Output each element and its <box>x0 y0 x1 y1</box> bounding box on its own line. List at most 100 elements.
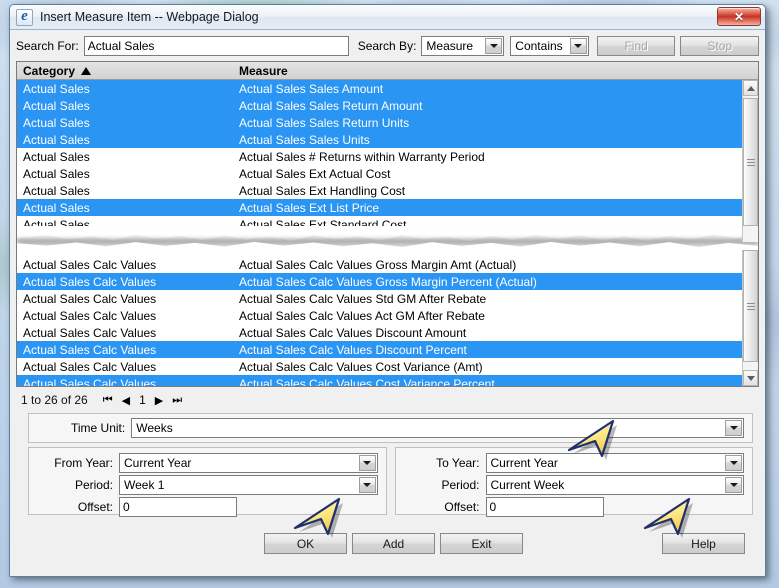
to-period-row: Period: Current Week <box>396 476 745 494</box>
table-row[interactable]: Actual Sales Calc ValuesActual Sales Cal… <box>17 375 758 386</box>
from-offset-input[interactable]: 0 <box>119 497 237 517</box>
table-row[interactable]: Actual SalesActual Sales # Returns withi… <box>17 148 758 165</box>
list-scrollbar-upper[interactable] <box>742 80 758 242</box>
search-for-label: Search For: <box>16 39 79 53</box>
stop-button[interactable]: Stop <box>680 36 759 56</box>
from-offset-label: Offset: <box>29 500 119 514</box>
next-page-icon[interactable]: ▶ <box>155 394 163 407</box>
row-category: Actual Sales <box>17 218 235 227</box>
row-category: Actual Sales Calc Values <box>17 326 235 340</box>
row-measure: Actual Sales Calc Values Discount Percen… <box>235 343 758 357</box>
table-row[interactable]: Actual SalesActual Sales Ext Standard Co… <box>17 216 758 226</box>
row-category: Actual Sales <box>17 201 235 215</box>
row-category: Actual Sales <box>17 150 235 164</box>
table-row[interactable]: Actual Sales Calc ValuesActual Sales Cal… <box>17 307 758 324</box>
from-year-label: From Year: <box>29 456 119 470</box>
search-by-select[interactable]: Measure <box>421 36 504 56</box>
column-header-category-label: Category <box>23 64 75 78</box>
row-category: Actual Sales <box>17 184 235 198</box>
dialog-client-area: Search For: Actual Sales Search By: Meas… <box>10 30 765 576</box>
table-row[interactable]: Actual Sales Calc ValuesActual Sales Cal… <box>17 341 758 358</box>
row-category: Actual Sales <box>17 167 235 181</box>
last-page-icon[interactable]: ⏭ <box>172 394 182 407</box>
table-row[interactable]: Actual Sales Calc ValuesActual Sales Cal… <box>17 273 758 290</box>
dialog-button-bar: OK Add Exit Help <box>16 515 759 572</box>
row-measure: Actual Sales Ext Actual Cost <box>235 167 758 181</box>
time-unit-panel: Time Unit: Weeks <box>28 413 753 443</box>
previous-page-icon[interactable]: ◀ <box>122 394 130 407</box>
row-measure: Actual Sales Calc Values Cost Variance P… <box>235 377 758 386</box>
table-row[interactable]: Actual SalesActual Sales Sales Return Am… <box>17 97 758 114</box>
table-row[interactable]: Actual SalesActual Sales Sales Return Un… <box>17 114 758 131</box>
time-unit-select[interactable]: Weeks <box>131 418 744 438</box>
to-year-select[interactable]: Current Year <box>486 453 745 473</box>
table-row[interactable]: Actual SalesActual Sales Sales Units <box>17 131 758 148</box>
table-row[interactable]: Actual Sales Calc ValuesActual Sales Cal… <box>17 358 758 375</box>
column-header-category[interactable]: Category <box>17 64 235 78</box>
row-measure: Actual Sales Calc Values Gross Margin Pe… <box>235 275 758 289</box>
row-category: Actual Sales Calc Values <box>17 343 235 357</box>
primary-button-group: OK Add Exit <box>264 533 523 554</box>
table-row[interactable]: Actual Sales Calc ValuesActual Sales Cal… <box>17 256 758 273</box>
scroll-track[interactable] <box>743 96 758 242</box>
scroll-up-button[interactable] <box>743 80 758 96</box>
row-category: Actual Sales <box>17 99 235 113</box>
to-period-select[interactable]: Current Week <box>486 475 745 495</box>
add-button[interactable]: Add <box>352 533 435 554</box>
time-unit-value: Weeks <box>136 421 172 435</box>
help-button[interactable]: Help <box>662 533 745 554</box>
row-measure: Actual Sales Ext Handling Cost <box>235 184 758 198</box>
row-category: Actual Sales <box>17 116 235 130</box>
row-category: Actual Sales Calc Values <box>17 377 235 386</box>
chevron-down-icon[interactable] <box>359 477 376 493</box>
grip-icon <box>747 157 755 168</box>
column-header-measure[interactable]: Measure <box>235 64 758 78</box>
record-counter: 1 to 26 of 26 <box>21 393 88 407</box>
row-measure: Actual Sales Calc Values Cost Variance (… <box>235 360 758 374</box>
pagination-controls: ⏮ ◀ 1 ▶ ⏭ <box>103 393 182 407</box>
table-row[interactable]: Actual SalesActual Sales Ext Actual Cost <box>17 165 758 182</box>
close-button[interactable]: ✕ <box>717 7 761 26</box>
row-measure: Actual Sales Ext Standard Cost <box>235 218 758 227</box>
scroll-thumb[interactable] <box>743 98 758 226</box>
chevron-down-icon[interactable] <box>725 477 742 493</box>
chevron-down-icon[interactable] <box>725 455 742 471</box>
table-row[interactable]: Actual Sales Calc ValuesActual Sales Cal… <box>17 290 758 307</box>
to-date-panel: To Year: Current Year Period: Current We… <box>395 447 754 515</box>
from-year-row: From Year: Current Year <box>29 454 378 472</box>
from-period-select[interactable]: Week 1 <box>119 475 378 495</box>
chevron-down-icon[interactable] <box>570 38 587 54</box>
table-row[interactable]: Actual Sales Calc ValuesActual Sales Cal… <box>17 324 758 341</box>
first-page-icon[interactable]: ⏮ <box>103 394 113 407</box>
table-row[interactable]: Actual SalesActual Sales Ext List Price <box>17 199 758 216</box>
match-mode-value: Contains <box>515 39 562 53</box>
dialog-title: Insert Measure Item -- Webpage Dialog <box>40 10 259 24</box>
scroll-down-button[interactable] <box>743 370 758 386</box>
page-number[interactable]: 1 <box>139 393 146 407</box>
search-by-value: Measure <box>426 39 473 53</box>
row-measure: Actual Sales Sales Return Units <box>235 116 758 130</box>
row-category: Actual Sales Calc Values <box>17 258 235 272</box>
scroll-thumb[interactable] <box>743 250 758 362</box>
table-row[interactable]: Actual SalesActual Sales Sales Amount <box>17 80 758 97</box>
from-year-select[interactable]: Current Year <box>119 453 378 473</box>
row-category: Actual Sales <box>17 133 235 147</box>
match-mode-select[interactable]: Contains <box>510 36 589 56</box>
chevron-down-icon[interactable] <box>485 38 502 54</box>
chevron-down-icon[interactable] <box>725 420 742 436</box>
from-offset-row: Offset: 0 <box>29 498 378 516</box>
chevron-down-icon[interactable] <box>359 455 376 471</box>
find-button[interactable]: Find <box>597 36 676 56</box>
exit-button[interactable]: Exit <box>440 533 523 554</box>
table-row[interactable]: Actual SalesActual Sales Ext Handling Co… <box>17 182 758 199</box>
to-offset-input[interactable]: 0 <box>486 497 604 517</box>
list-scrollbar-lower[interactable] <box>742 250 758 386</box>
from-period-row: Period: Week 1 <box>29 476 378 494</box>
list-header: Category Measure <box>17 62 758 80</box>
pagination-bar: 1 to 26 of 26 ⏮ ◀ 1 ▶ ⏭ <box>16 390 759 410</box>
ok-button[interactable]: OK <box>264 533 347 554</box>
torn-paper-separator <box>17 226 758 256</box>
scroll-track[interactable] <box>743 250 758 370</box>
from-year-value: Current Year <box>124 456 191 470</box>
search-for-input[interactable]: Actual Sales <box>84 36 349 56</box>
